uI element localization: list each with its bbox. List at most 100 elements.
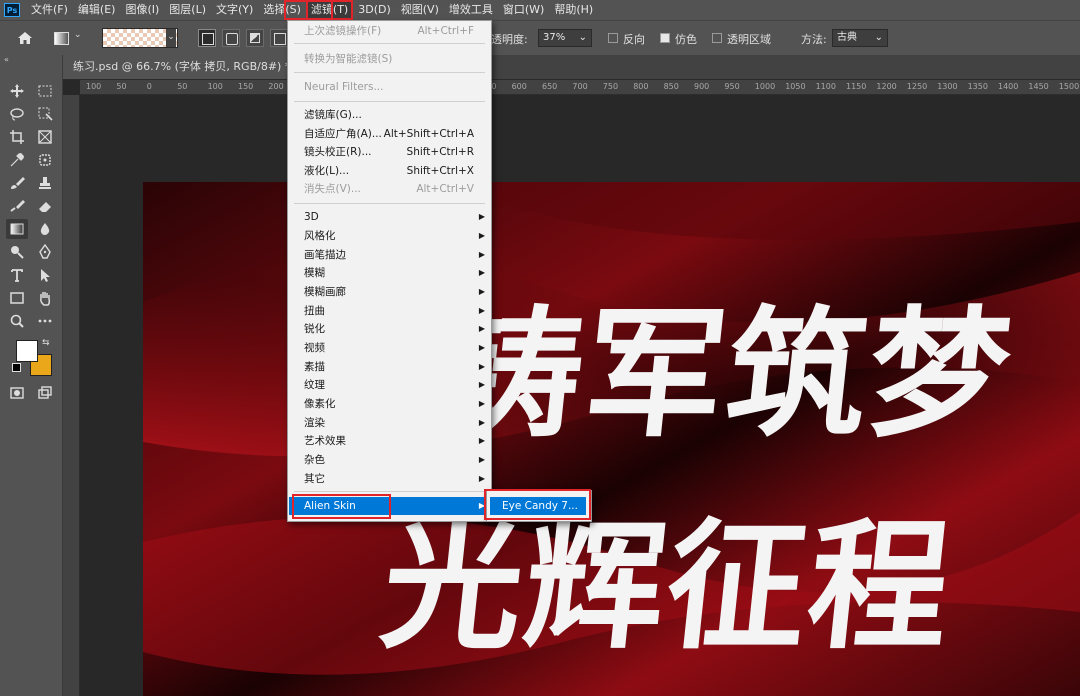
menu-separator <box>294 491 485 492</box>
swap-colors-icon[interactable]: ⇆ <box>42 338 50 348</box>
photoshop-logo-icon: Ps <box>4 3 20 17</box>
menu-plugins[interactable]: 增效工具 <box>444 0 498 20</box>
menu-item-stylize[interactable]: 风格化 ▶ <box>289 227 490 245</box>
linear-gradient-button[interactable] <box>198 29 216 47</box>
ruler-tick-label: 100 <box>207 82 223 91</box>
screen-mode-icon[interactable] <box>34 383 56 403</box>
ruler-tick-label: 1450 <box>1028 82 1049 91</box>
menu-item-convert-smart-filters[interactable]: 转换为智能滤镜(S) <box>289 50 490 68</box>
menu-separator <box>294 43 485 44</box>
menu-view[interactable]: 视图(V) <box>396 0 444 20</box>
menu-item-lens-correction[interactable]: 镜头校正(R)... Shift+Ctrl+R <box>289 143 490 161</box>
menu-item-3d[interactable]: 3D ▶ <box>289 208 490 226</box>
alien-skin-submenu: Eye Candy 7... <box>486 490 592 522</box>
menu-item-vanishing-point[interactable]: 消失点(V)... Alt+Ctrl+V <box>289 180 490 198</box>
menu-item-last-filter[interactable]: 上次滤镜操作(F) Alt+Ctrl+F <box>289 22 490 40</box>
menu-item-eye-candy[interactable]: Eye Candy 7... <box>490 497 586 515</box>
move-tool-icon[interactable] <box>6 81 28 101</box>
quick-mask-icon[interactable] <box>6 383 28 403</box>
healing-brush-tool-icon[interactable] <box>34 150 56 170</box>
menu-item-sharpen[interactable]: 锐化 ▶ <box>289 320 490 338</box>
menu-item-pixelate[interactable]: 像素化 ▶ <box>289 395 490 413</box>
menu-item-brush-strokes[interactable]: 画笔描边 ▶ <box>289 246 490 264</box>
menu-file[interactable]: 文件(F) <box>26 0 73 20</box>
transparency-checkbox[interactable] <box>712 33 722 43</box>
ruler-tick-label: 750 <box>602 82 619 91</box>
method-select[interactable]: 古典 ⌄ <box>832 29 888 47</box>
history-brush-tool-icon[interactable] <box>6 196 28 216</box>
menu-help[interactable]: 帮助(H) <box>549 0 598 20</box>
eyedropper-tool-icon[interactable] <box>6 150 28 170</box>
menu-edit[interactable]: 编辑(E) <box>73 0 121 20</box>
reverse-checkbox[interactable] <box>608 33 618 43</box>
default-colors-icon[interactable] <box>12 363 21 372</box>
zoom-tool-icon[interactable] <box>6 311 28 331</box>
menu-item-video[interactable]: 视频 ▶ <box>289 339 490 357</box>
menu-item-alien-skin[interactable]: Alien Skin ▶ <box>289 497 490 515</box>
chevron-down-icon: ⌄ <box>874 32 883 43</box>
crop-tool-icon[interactable] <box>6 127 28 147</box>
hand-tool-icon[interactable] <box>34 288 56 308</box>
reflected-gradient-button[interactable] <box>270 29 288 47</box>
tool-preset-picker[interactable]: ⌄ <box>52 29 86 47</box>
more-tools-icon[interactable] <box>34 311 56 331</box>
blur-tool-icon[interactable] <box>34 219 56 239</box>
menu-item-blur-gallery[interactable]: 模糊画廊 ▶ <box>289 283 490 301</box>
menu-item-render[interactable]: 渲染 ▶ <box>289 414 490 432</box>
eraser-tool-icon[interactable] <box>34 196 56 216</box>
menu-item-texture[interactable]: 纹理 ▶ <box>289 376 490 394</box>
menu-window[interactable]: 窗口(W) <box>498 0 549 20</box>
object-select-tool-icon[interactable] <box>34 104 56 124</box>
marquee-tool-icon[interactable] <box>34 81 56 101</box>
submenu-arrow-icon: ▶ <box>478 362 485 371</box>
frame-tool-icon[interactable] <box>34 127 56 147</box>
radial-gradient-button[interactable] <box>222 29 240 47</box>
menu-separator <box>294 72 485 73</box>
dodge-tool-icon[interactable] <box>6 242 28 262</box>
menu-item-other[interactable]: 其它 ▶ <box>289 470 490 488</box>
menu-image[interactable]: 图像(I) <box>120 0 164 20</box>
menu-separator <box>294 101 485 102</box>
submenu-arrow-icon: ▶ <box>478 455 485 464</box>
gradient-tool-icon[interactable] <box>6 219 28 239</box>
lasso-tool-icon[interactable] <box>6 104 28 124</box>
filter-dropdown-menu: 上次滤镜操作(F) Alt+Ctrl+F 转换为智能滤镜(S) Neural Fi… <box>287 20 492 522</box>
gradient-swatch[interactable]: ⌄ <box>102 28 178 48</box>
menu-item-adaptive-wide-angle[interactable]: 自适应广角(A)... Alt+Shift+Ctrl+A <box>289 125 490 143</box>
ruler-tick-label: 1250 <box>906 82 928 91</box>
angle-gradient-button[interactable] <box>246 29 264 47</box>
menu-3d[interactable]: 3D(D) <box>353 0 396 20</box>
brush-tool-icon[interactable] <box>6 173 28 193</box>
submenu-arrow-icon: ▶ <box>478 231 485 240</box>
rectangle-tool-icon[interactable] <box>6 288 28 308</box>
foreground-color-swatch-top[interactable] <box>16 340 38 362</box>
menu-layer[interactable]: 图层(L) <box>164 0 211 20</box>
menu-item-filter-gallery[interactable]: 滤镜库(G)... <box>289 106 490 124</box>
ruler-tick-label: 200 <box>268 82 284 91</box>
ruler-tick-label: 900 <box>694 82 710 91</box>
clone-stamp-tool-icon[interactable] <box>34 173 56 193</box>
path-selection-tool-icon[interactable] <box>34 265 56 285</box>
menu-item-sketch[interactable]: 素描 ▶ <box>289 358 490 376</box>
home-icon[interactable] <box>16 29 34 47</box>
menu-item-blur[interactable]: 模糊 ▶ <box>289 264 490 282</box>
menu-item-noise[interactable]: 杂色 ▶ <box>289 451 490 469</box>
menu-type[interactable]: 文字(Y) <box>211 0 258 20</box>
menu-item-artistic[interactable]: 艺术效果 ▶ <box>289 432 490 450</box>
type-tool-icon[interactable] <box>6 265 28 285</box>
menu-item-liquify[interactable]: 液化(L)... Shift+Ctrl+X <box>289 162 490 180</box>
pen-tool-icon[interactable] <box>34 242 56 262</box>
menu-item-distort[interactable]: 扭曲 ▶ <box>289 302 490 320</box>
menu-select[interactable]: 选择(S) <box>258 0 306 20</box>
collapse-panel-icon[interactable]: « <box>4 55 9 64</box>
ruler-tick-label: 1350 <box>967 82 988 91</box>
ruler-tick-label: 1500 <box>1058 82 1080 91</box>
dither-checkbox[interactable] <box>660 33 670 43</box>
menu-item-neural-filters[interactable]: Neural Filters... <box>289 78 490 96</box>
opacity-field[interactable]: 37% ⌄ <box>538 29 592 47</box>
submenu-arrow-icon: ▶ <box>478 250 485 259</box>
document-tab[interactable]: 练习.psd @ 66.7% (字体 拷贝, RGB/8#) * × <box>63 55 322 79</box>
submenu-arrow-icon: ▶ <box>478 212 485 221</box>
submenu-arrow-icon: ▶ <box>478 501 485 510</box>
menu-filter[interactable]: 滤镜(T) <box>305 0 354 20</box>
